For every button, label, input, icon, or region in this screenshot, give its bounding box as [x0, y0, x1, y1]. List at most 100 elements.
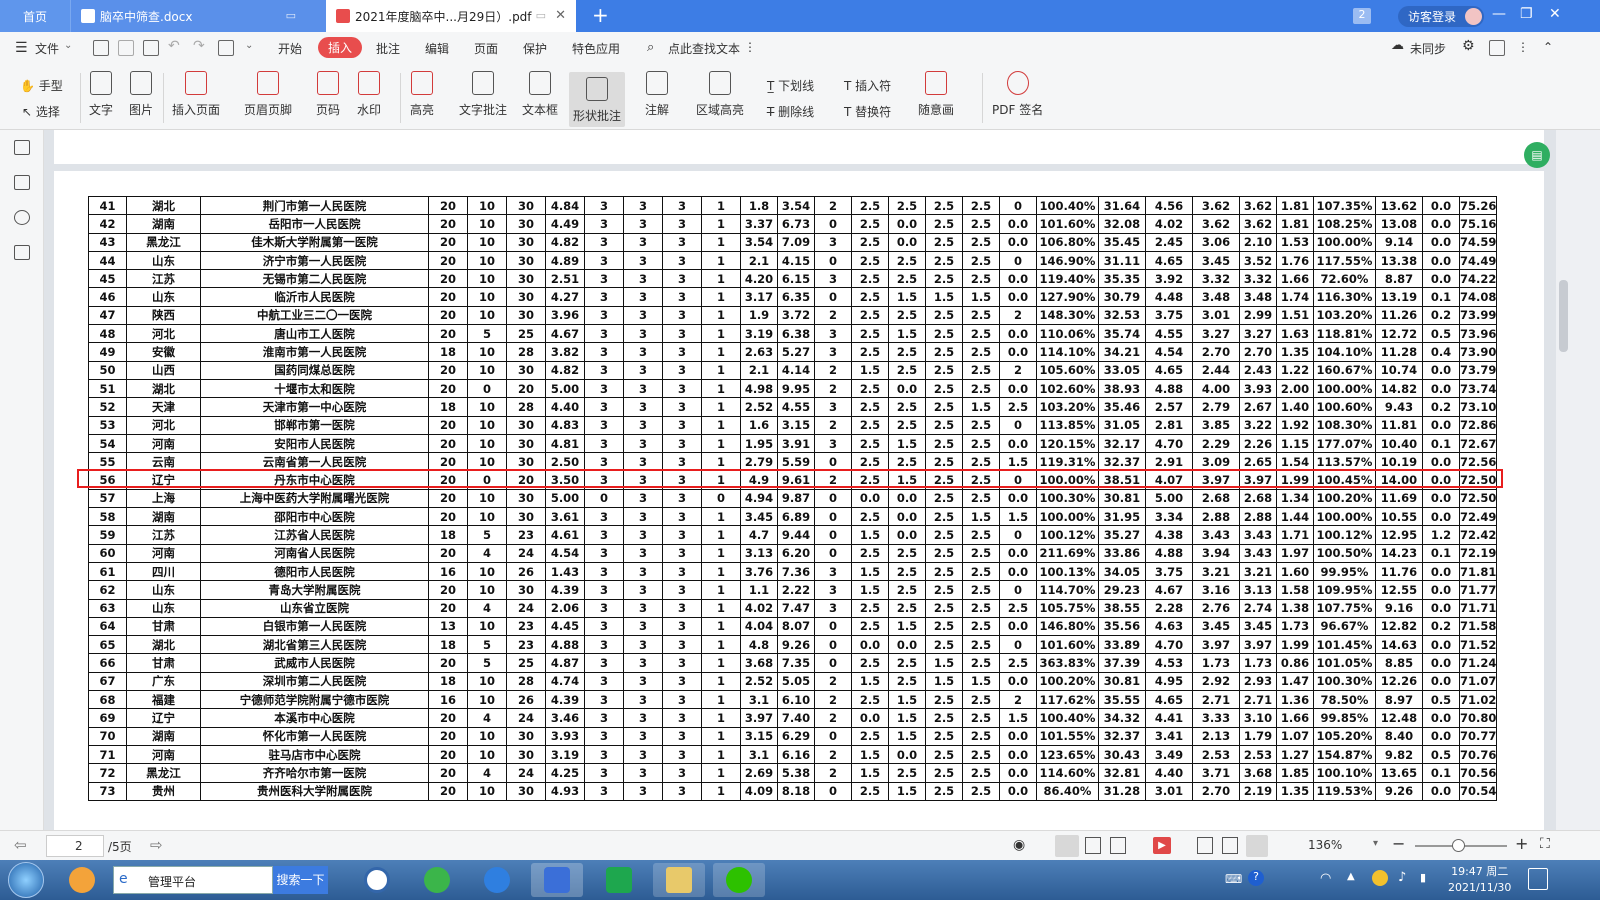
menu-insert[interactable]: 插入 — [318, 37, 363, 58]
hamburger-icon[interactable]: ☰ — [15, 40, 28, 56]
print-icon[interactable] — [143, 40, 159, 56]
taskbar-explorer[interactable] — [653, 863, 705, 897]
freehand-button[interactable]: 随意画 — [918, 71, 954, 118]
vertical-scrollbar[interactable] — [1556, 130, 1570, 830]
close-tab-icon[interactable]: ✕ — [555, 8, 566, 23]
search-button[interactable]: 搜索一下 — [273, 866, 328, 894]
taskbar-app-1[interactable] — [56, 863, 108, 897]
save-icon[interactable] — [118, 40, 134, 56]
tab-docx[interactable]: 脑卒中筛查.docx ▭ — [70, 0, 326, 32]
system-clock[interactable]: 19:47 周二 2021/11/30 — [1448, 864, 1511, 896]
text-comment-button[interactable]: 文字批注 — [459, 71, 507, 118]
fullscreen-icon[interactable]: ⛶ — [1540, 836, 1550, 852]
tab-home[interactable]: 首页 — [0, 0, 70, 32]
start-button-icon[interactable] — [8, 862, 44, 898]
more-quick-icon[interactable]: ⌄ — [245, 40, 253, 51]
zoom-slider-handle[interactable] — [1452, 839, 1465, 852]
taskbar-wechat[interactable] — [713, 863, 765, 897]
collapse-ribbon-icon[interactable]: ⌃ — [1543, 40, 1553, 54]
notification-icon[interactable] — [1528, 868, 1548, 890]
volume-icon[interactable]: ♪ — [1398, 870, 1406, 885]
note-button[interactable]: 注解 — [645, 71, 669, 118]
open-folder-icon[interactable] — [93, 40, 109, 56]
zoom-level[interactable]: 136% — [1308, 838, 1342, 852]
highlight-button[interactable]: 高亮 — [410, 71, 434, 118]
zoom-in-icon[interactable]: + — [1515, 834, 1528, 853]
strikethrough-button[interactable]: T̶ 删除线 — [767, 103, 814, 120]
insert-page-button[interactable]: 插入页面 — [172, 71, 220, 118]
find-text-input[interactable]: 点此查找文本 — [668, 40, 740, 57]
more-icon[interactable]: ⋮ — [744, 40, 756, 54]
wifi-icon[interactable]: ◠ — [1320, 871, 1331, 886]
close-window-icon[interactable]: ✕ — [1549, 6, 1561, 22]
bookmark-icon[interactable] — [14, 210, 30, 225]
menu-special[interactable]: 特色应用 — [572, 40, 620, 57]
zoom-dropdown-icon[interactable]: ▾ — [1373, 838, 1378, 849]
area-highlight-button[interactable]: 区域高亮 — [696, 71, 744, 118]
fit-page-icon[interactable] — [1222, 837, 1238, 854]
sync-status[interactable]: 未同步 — [1410, 40, 1446, 57]
play-icon[interactable]: ▶ — [1153, 837, 1171, 854]
tray-expand-icon[interactable]: ▲ — [1347, 871, 1355, 882]
feedback-icon[interactable] — [1489, 40, 1505, 56]
scrollbar-thumb[interactable] — [1559, 280, 1568, 352]
minimize-icon[interactable]: — — [1492, 6, 1506, 22]
visitor-login-button[interactable]: 访客登录 — [1398, 6, 1484, 27]
menu-protect[interactable]: 保护 — [523, 40, 547, 57]
thumbnail-icon[interactable] — [14, 175, 30, 190]
fit-width-icon[interactable] — [1197, 837, 1213, 854]
menu-page[interactable]: 页面 — [474, 40, 498, 57]
page-number-button[interactable]: 页码 — [316, 71, 340, 118]
file-menu[interactable]: 文件 — [35, 40, 59, 57]
keyboard-icon[interactable]: ⌨ — [1225, 872, 1242, 886]
more-options-icon[interactable]: ⋮ — [1517, 40, 1529, 54]
pdf-sign-button[interactable]: PDF 签名 — [992, 71, 1043, 118]
taskbar-app-3[interactable] — [411, 863, 463, 897]
shape-comment-button[interactable]: 形状批注 — [569, 72, 626, 127]
tab-preview-icon[interactable]: ▭ — [286, 9, 296, 22]
tab-pdf[interactable]: 2021年度脑卒中...月29日）.pdf ▭ ✕ — [326, 0, 576, 32]
export-icon[interactable] — [218, 40, 234, 56]
menu-edit[interactable]: 编辑 — [425, 40, 449, 57]
insert-text-button[interactable]: 文字 — [89, 71, 113, 118]
new-tab-button[interactable]: + — [592, 3, 609, 27]
taskbar-app-6[interactable] — [593, 863, 645, 897]
network-icon[interactable]: ▮ — [1420, 871, 1426, 884]
actual-size-icon[interactable] — [1246, 835, 1268, 857]
annotation-list-icon[interactable] — [14, 245, 30, 260]
replace-char-button[interactable]: T 替换符 — [844, 103, 891, 120]
watermark-button[interactable]: 水印 — [357, 71, 381, 118]
taskbar-app-4[interactable] — [471, 863, 523, 897]
continuous-view-icon[interactable] — [1085, 837, 1101, 854]
two-page-view-icon[interactable] — [1110, 837, 1126, 854]
restore-icon[interactable]: ❐ — [1520, 6, 1533, 22]
help-icon[interactable]: ? — [1248, 870, 1264, 886]
hand-tool[interactable]: ✋ 手型 — [20, 77, 63, 94]
previous-page-icon[interactable]: ⇦ — [14, 836, 27, 854]
menu-start[interactable]: 开始 — [278, 40, 302, 57]
undo-icon[interactable]: ↶ — [168, 38, 180, 54]
outline-icon[interactable] — [14, 140, 30, 155]
next-page-icon[interactable]: ⇨ — [150, 836, 163, 854]
taskbar-wps[interactable] — [531, 863, 583, 897]
underline-button[interactable]: T̲ 下划线 — [767, 77, 814, 94]
taskbar-app-2[interactable] — [351, 863, 403, 897]
search-icon[interactable]: ⌕ — [647, 40, 654, 55]
zoom-out-icon[interactable]: − — [1392, 834, 1405, 853]
header-footer-button[interactable]: 页眉页脚 — [244, 71, 292, 118]
menu-comment[interactable]: 批注 — [376, 40, 400, 57]
insert-char-button[interactable]: T 插入符 — [844, 77, 891, 94]
chevron-down-icon[interactable]: ⌄ — [64, 40, 72, 51]
insert-image-button[interactable]: 图片 — [129, 71, 153, 118]
sidebar-tool-icon[interactable]: ▤ — [1524, 142, 1550, 168]
address-bar[interactable]: e 管理平台 — [113, 866, 273, 894]
tab-preview-icon[interactable]: ▭ — [536, 9, 546, 22]
single-page-view-icon[interactable] — [1055, 835, 1079, 857]
tray-app-icon[interactable] — [1372, 870, 1388, 886]
page-number-input[interactable]: 2 — [46, 835, 104, 857]
select-tool[interactable]: ↖ 选择 — [22, 103, 60, 120]
redo-icon[interactable]: ↷ — [193, 38, 205, 54]
tab-count-badge[interactable]: 2 — [1353, 8, 1371, 24]
eye-protection-icon[interactable]: ◉ — [1013, 837, 1025, 853]
settings-icon[interactable]: ⚙ — [1462, 38, 1475, 54]
